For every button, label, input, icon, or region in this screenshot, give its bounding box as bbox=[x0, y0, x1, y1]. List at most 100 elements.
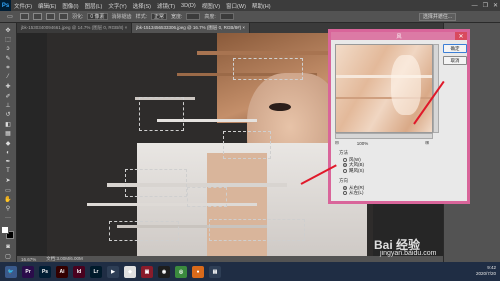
radio-button[interactable] bbox=[343, 157, 347, 162]
dialog-titlebar[interactable]: 风 ✕ bbox=[331, 32, 467, 40]
photoshop-icon[interactable]: Ps bbox=[39, 265, 51, 278]
direction-title: 方向 bbox=[339, 178, 348, 183]
zoom-out-icon[interactable]: ⊟ bbox=[335, 140, 339, 146]
pen-tool-icon[interactable]: ✒ bbox=[2, 157, 14, 166]
start-icon[interactable]: 🐦 bbox=[5, 265, 17, 278]
method-title: 方法 bbox=[339, 150, 348, 155]
radio-button[interactable] bbox=[343, 191, 347, 196]
eraser-tool-icon[interactable]: ◧ bbox=[2, 120, 14, 129]
quick-mask-icon[interactable]: ◙ bbox=[2, 243, 14, 252]
radio-button[interactable] bbox=[343, 168, 347, 173]
menu-help[interactable]: 帮助(H) bbox=[249, 2, 274, 10]
path-select-icon[interactable]: ➤ bbox=[2, 176, 14, 185]
baidu-watermark-url: jingyan.baidu.com bbox=[380, 250, 437, 257]
zoom-value: 100% bbox=[356, 140, 369, 146]
clone-stamp-icon[interactable]: ⊥ bbox=[2, 101, 14, 110]
history-brush-icon[interactable]: ↺ bbox=[2, 111, 14, 120]
close-button[interactable]: ✕ bbox=[493, 2, 498, 9]
crop-tool-icon[interactable]: ⌗ bbox=[2, 64, 14, 73]
menu-3d[interactable]: 3D(D) bbox=[178, 3, 199, 9]
media-icon[interactable]: ▶ bbox=[107, 265, 119, 278]
subtract-selection-button[interactable] bbox=[46, 13, 55, 20]
cancel-button[interactable]: 取消 bbox=[443, 56, 467, 65]
minimize-button[interactable]: — bbox=[472, 3, 478, 9]
taskbar: 🐦 Pr Ps Ai Id Lr ▶ ◆ ▣ ◉ ◎ ● ▤ 9:42 2020/7/20 bbox=[0, 262, 500, 281]
menu-bar: Ps 文件(F) 编辑(E) 图像(I) 图层(L) 文字(Y) 选择(S) 滤… bbox=[0, 0, 500, 11]
qq-icon[interactable]: ◉ bbox=[158, 265, 170, 278]
photoshop-logo: Ps bbox=[0, 0, 11, 11]
photo-wind-effect bbox=[47, 33, 373, 256]
method-stagger-option[interactable]: 飓风(S) bbox=[343, 168, 364, 174]
lasso-tool-icon[interactable]: ↄ bbox=[2, 45, 14, 54]
dodge-tool-icon[interactable]: ◐ bbox=[2, 148, 14, 157]
selection-marquee bbox=[139, 97, 184, 131]
menu-window[interactable]: 窗口(W) bbox=[223, 2, 249, 10]
filter-preview[interactable] bbox=[335, 44, 433, 133]
selection-marquee bbox=[109, 221, 179, 241]
intersect-selection-button[interactable] bbox=[59, 13, 68, 20]
pictures-icon[interactable]: ▤ bbox=[209, 265, 221, 278]
tools-panel: ✥ ⬚ ↄ ✎ ⌗ ⁄ ✚ ✐ ⊥ ↺ ◧ ▦ ◆ ◐ ✒ T ➤ ▭ ✋ ⚲ … bbox=[0, 23, 17, 262]
ok-button[interactable]: 确定 bbox=[443, 44, 467, 53]
radio-button[interactable] bbox=[343, 185, 347, 190]
system-clock[interactable]: 9:42 2020/7/20 bbox=[476, 265, 496, 277]
menu-file[interactable]: 文件(F) bbox=[11, 2, 35, 10]
select-and-mask-button[interactable]: 选择并遮住... bbox=[418, 12, 456, 21]
selection-marquee bbox=[125, 169, 187, 197]
direction-group: 方向 从右(R) 从左(L) bbox=[339, 178, 364, 196]
maximize-button[interactable]: ❐ bbox=[483, 2, 488, 9]
marquee-tool-icon[interactable]: ▭ bbox=[4, 12, 16, 21]
antialias-checkbox-label[interactable]: 消除锯齿 bbox=[112, 13, 132, 20]
feather-input[interactable]: 0 像素 bbox=[87, 13, 108, 20]
dialog-close-button[interactable]: ✕ bbox=[455, 32, 467, 40]
add-selection-button[interactable] bbox=[33, 13, 42, 20]
shape-tool-icon[interactable]: ▭ bbox=[2, 186, 14, 195]
menu-image[interactable]: 图像(I) bbox=[59, 2, 81, 10]
blur-tool-icon[interactable]: ◆ bbox=[2, 139, 14, 148]
foreground-color-swatch[interactable] bbox=[1, 226, 9, 235]
direction-left-option[interactable]: 从左(L) bbox=[343, 190, 364, 197]
menu-type[interactable]: 文字(Y) bbox=[105, 2, 129, 10]
screen-mode-icon[interactable]: ▢ bbox=[2, 252, 14, 261]
gradient-tool-icon[interactable]: ▦ bbox=[2, 129, 14, 138]
new-selection-button[interactable] bbox=[20, 13, 29, 20]
app-icon[interactable]: ▣ bbox=[141, 265, 153, 278]
preview-horizontal-scrollbar[interactable] bbox=[335, 133, 433, 139]
selection-marquee bbox=[233, 58, 303, 80]
menu-layer[interactable]: 图层(L) bbox=[82, 2, 106, 10]
premiere-icon[interactable]: Pr bbox=[22, 265, 34, 278]
height-input[interactable] bbox=[219, 13, 234, 20]
healing-brush-icon[interactable]: ✚ bbox=[2, 82, 14, 91]
type-tool-icon[interactable]: T bbox=[2, 167, 14, 176]
tab-document-1[interactable]: jbk-1530340094661.jpeg @ 14.7% (图层 0, RG… bbox=[17, 23, 133, 33]
zoom-in-icon[interactable]: ⊞ bbox=[425, 140, 429, 146]
options-bar: ▭ 羽化: 0 像素 消除锯齿 样式: 正常 宽度: 高度: 选择并遮住... bbox=[0, 11, 500, 23]
indesign-icon[interactable]: Id bbox=[73, 265, 85, 278]
color-swatches[interactable] bbox=[1, 226, 15, 240]
tab-document-2[interactable]: jbk-1513456533306.jpeg @ 16.7% (图层 0, RG… bbox=[132, 23, 251, 33]
zoom-tool-icon[interactable]: ⚲ bbox=[2, 204, 14, 213]
menu-select[interactable]: 选择(S) bbox=[130, 2, 154, 10]
radio-button[interactable] bbox=[343, 163, 347, 168]
marquee-tool-icon[interactable]: ⬚ bbox=[2, 35, 14, 44]
width-input[interactable] bbox=[186, 13, 201, 20]
style-select[interactable]: 正常 bbox=[150, 13, 167, 20]
illustrator-icon[interactable]: Ai bbox=[56, 265, 68, 278]
feather-label: 羽化: bbox=[72, 14, 84, 20]
firefox-icon[interactable]: ● bbox=[192, 265, 204, 278]
selection-marquee bbox=[223, 131, 271, 159]
menu-view[interactable]: 视图(V) bbox=[199, 2, 223, 10]
brush-tool-icon[interactable]: ✐ bbox=[2, 92, 14, 101]
zoom-level[interactable]: 16.67% bbox=[21, 257, 36, 262]
lightroom-icon[interactable]: Lr bbox=[90, 265, 102, 278]
eyedropper-tool-icon[interactable]: ⁄ bbox=[2, 73, 14, 82]
chrome-icon[interactable]: ◎ bbox=[175, 265, 187, 278]
hand-tool-icon[interactable]: ✋ bbox=[2, 195, 14, 204]
files-icon[interactable]: ◆ bbox=[124, 265, 136, 278]
quick-select-tool-icon[interactable]: ✎ bbox=[2, 54, 14, 63]
menu-edit[interactable]: 编辑(E) bbox=[35, 2, 59, 10]
width-label: 宽度: bbox=[170, 14, 183, 20]
more-tools-icon[interactable]: ··· bbox=[2, 214, 14, 223]
move-tool-icon[interactable]: ✥ bbox=[2, 26, 14, 35]
menu-filter[interactable]: 滤镜(T) bbox=[154, 2, 178, 10]
